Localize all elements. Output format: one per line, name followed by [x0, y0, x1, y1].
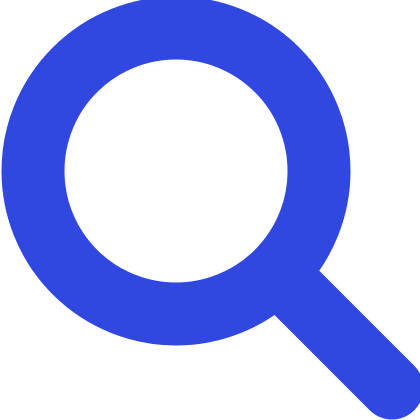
search-icon[interactable]	[0, 0, 420, 420]
search-icon-handle	[264, 260, 420, 420]
search-icon-graphic	[1, 0, 420, 420]
search-icon-canvas	[0, 0, 420, 420]
